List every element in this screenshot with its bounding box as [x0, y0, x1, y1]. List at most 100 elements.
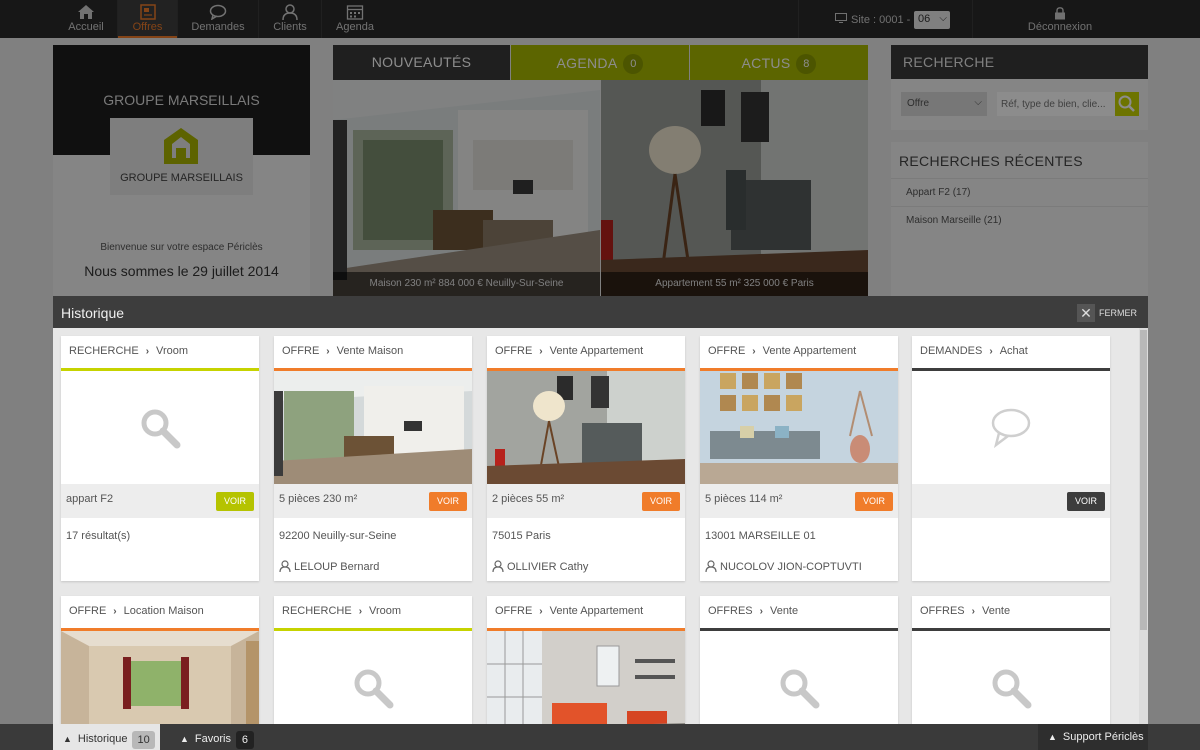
history-card[interactable]: OFFRE › Vente Appartement 5 pièces 114 m² …	[700, 336, 898, 581]
bottom-bar: ▲ Historique 10 ▲ Favoris 6 ▲ Support Périclè…	[0, 724, 1200, 750]
card-media	[700, 631, 898, 724]
user-icon	[492, 560, 504, 573]
card-category: OFFRE	[69, 605, 107, 617]
apartment-photo	[487, 371, 685, 484]
history-card[interactable]: OFFRE › Vente Maison 5 pièces 230 m² VOIR …	[274, 336, 472, 581]
card-subcategory: Vente Appartement	[762, 345, 857, 357]
card-location: 92200 Neuilly-sur-Seine	[279, 530, 397, 542]
loft-photo	[487, 631, 685, 724]
card-result-count: 17 résultat(s)	[66, 530, 131, 542]
card-subcategory: Vente Appartement	[549, 345, 644, 357]
card-subcategory: Vente Maison	[336, 345, 404, 357]
card-header: DEMANDES › Achat	[912, 336, 1110, 370]
user-icon	[279, 560, 291, 573]
card-header: RECHERCHE › Vroom	[274, 596, 472, 630]
history-card[interactable]: DEMANDES › Achat VOIR	[912, 336, 1110, 581]
card-category: OFFRES	[708, 605, 753, 617]
card-category: OFFRE	[708, 345, 746, 357]
card-header: OFFRE › Vente Appartement	[487, 596, 685, 630]
voir-button[interactable]: VOIR	[428, 492, 467, 511]
card-agent-name: OLLIVIER Cathy	[507, 561, 589, 573]
historique-count: 10	[132, 731, 155, 749]
card-location: 75015 Paris	[492, 530, 551, 542]
scrollbar-thumb[interactable]	[1140, 330, 1147, 630]
support-label: Support Périclès	[1062, 731, 1144, 743]
favoris-toggle-button[interactable]: ▲ Favoris 6	[170, 724, 260, 750]
close-icon[interactable]: ✕	[1077, 304, 1095, 322]
card-header: OFFRE › Vente Appartement	[700, 336, 898, 370]
history-card[interactable]: OFFRES › Vente	[912, 596, 1110, 724]
house-photo	[274, 371, 472, 484]
history-card[interactable]: RECHERCHE › Vroom appart F2 VOIR 17 résult…	[61, 336, 259, 581]
card-header: OFFRE › Location Maison	[61, 596, 259, 630]
card-agent-name: LELOUP Bernard	[294, 561, 380, 573]
favoris-label: Favoris	[194, 733, 231, 745]
card-summary: appart F2	[66, 493, 114, 505]
card-category: DEMANDES	[920, 345, 983, 357]
card-media	[912, 631, 1110, 724]
chevron-up-icon: ▲	[63, 734, 72, 744]
chevron-right-icon: ›	[759, 606, 763, 617]
living-room-photo	[700, 371, 898, 484]
card-media	[487, 631, 685, 724]
support-button[interactable]: ▲ Support Périclès	[1038, 724, 1148, 750]
card-subcategory: Vente	[981, 605, 1011, 617]
card-category: OFFRE	[495, 345, 533, 357]
card-subcategory: Achat	[999, 345, 1028, 357]
history-card[interactable]: OFFRE › Vente Appartement 2 pièces 55 m² V…	[487, 336, 685, 581]
card-summary-bar: VOIR	[912, 484, 1110, 518]
history-card[interactable]: OFFRE › Location Maison	[61, 596, 259, 724]
card-media	[61, 631, 259, 724]
card-category: RECHERCHE	[69, 345, 139, 357]
chevron-right-icon: ›	[326, 346, 330, 357]
card-agent: LELOUP Bernard	[279, 560, 379, 573]
card-media	[274, 371, 472, 484]
card-category: OFFRE	[282, 345, 320, 357]
card-subcategory: Vente Appartement	[549, 605, 644, 617]
card-agent: OLLIVIER Cathy	[492, 560, 588, 573]
voir-button[interactable]: VOIR	[854, 492, 893, 511]
card-subcategory: Vroom	[369, 605, 402, 617]
search-icon	[141, 409, 181, 449]
card-category: OFFRES	[920, 605, 965, 617]
chevron-right-icon: ›	[113, 606, 117, 617]
card-summary-bar: appart F2 VOIR	[61, 484, 259, 518]
historique-toggle-button[interactable]: ▲ Historique 10	[53, 724, 160, 750]
card-media	[700, 371, 898, 484]
chevron-up-icon: ▲	[1048, 732, 1057, 742]
search-icon	[354, 669, 394, 709]
card-summary-bar: 5 pièces 114 m² VOIR	[700, 484, 898, 518]
card-agent-name: NUCOLOV JION-COPTUVTI	[720, 561, 862, 573]
voir-button[interactable]: VOIR	[215, 492, 254, 511]
history-card[interactable]: OFFRES › Vente	[700, 596, 898, 724]
search-icon	[780, 669, 820, 709]
voir-button[interactable]: VOIR	[1066, 492, 1105, 511]
card-header: RECHERCHE › Vroom	[61, 336, 259, 370]
historique-title: Historique	[61, 305, 125, 321]
user-icon	[705, 560, 717, 573]
chevron-up-icon: ▲	[180, 734, 189, 744]
card-location: 13001 MARSEILLE 01	[705, 530, 816, 542]
card-header: OFFRES › Vente	[912, 596, 1110, 630]
history-card[interactable]: OFFRE › Vente Appartement	[487, 596, 685, 724]
card-subcategory: Vente	[769, 605, 799, 617]
card-summary-bar: 5 pièces 230 m² VOIR	[274, 484, 472, 518]
chevron-right-icon: ›	[539, 606, 543, 617]
card-media	[274, 631, 472, 724]
chevron-right-icon: ›	[358, 606, 363, 617]
chevron-right-icon: ›	[752, 346, 756, 357]
card-summary-bar: 2 pièces 55 m² VOIR	[487, 484, 685, 518]
card-summary: 5 pièces 114 m²	[705, 493, 783, 505]
card-media	[487, 371, 685, 484]
history-card[interactable]: RECHERCHE › Vroom	[274, 596, 472, 724]
card-subcategory: Location Maison	[123, 605, 204, 617]
card-header: OFFRE › Vente Appartement	[487, 336, 685, 370]
chevron-right-icon: ›	[145, 346, 150, 357]
card-category: RECHERCHE	[282, 605, 352, 617]
chevron-right-icon: ›	[539, 346, 543, 357]
room-photo	[61, 631, 259, 724]
card-header: OFFRES › Vente	[700, 596, 898, 630]
close-button[interactable]: FERMER	[1099, 308, 1137, 318]
chevron-right-icon: ›	[971, 606, 975, 617]
voir-button[interactable]: VOIR	[641, 492, 680, 511]
